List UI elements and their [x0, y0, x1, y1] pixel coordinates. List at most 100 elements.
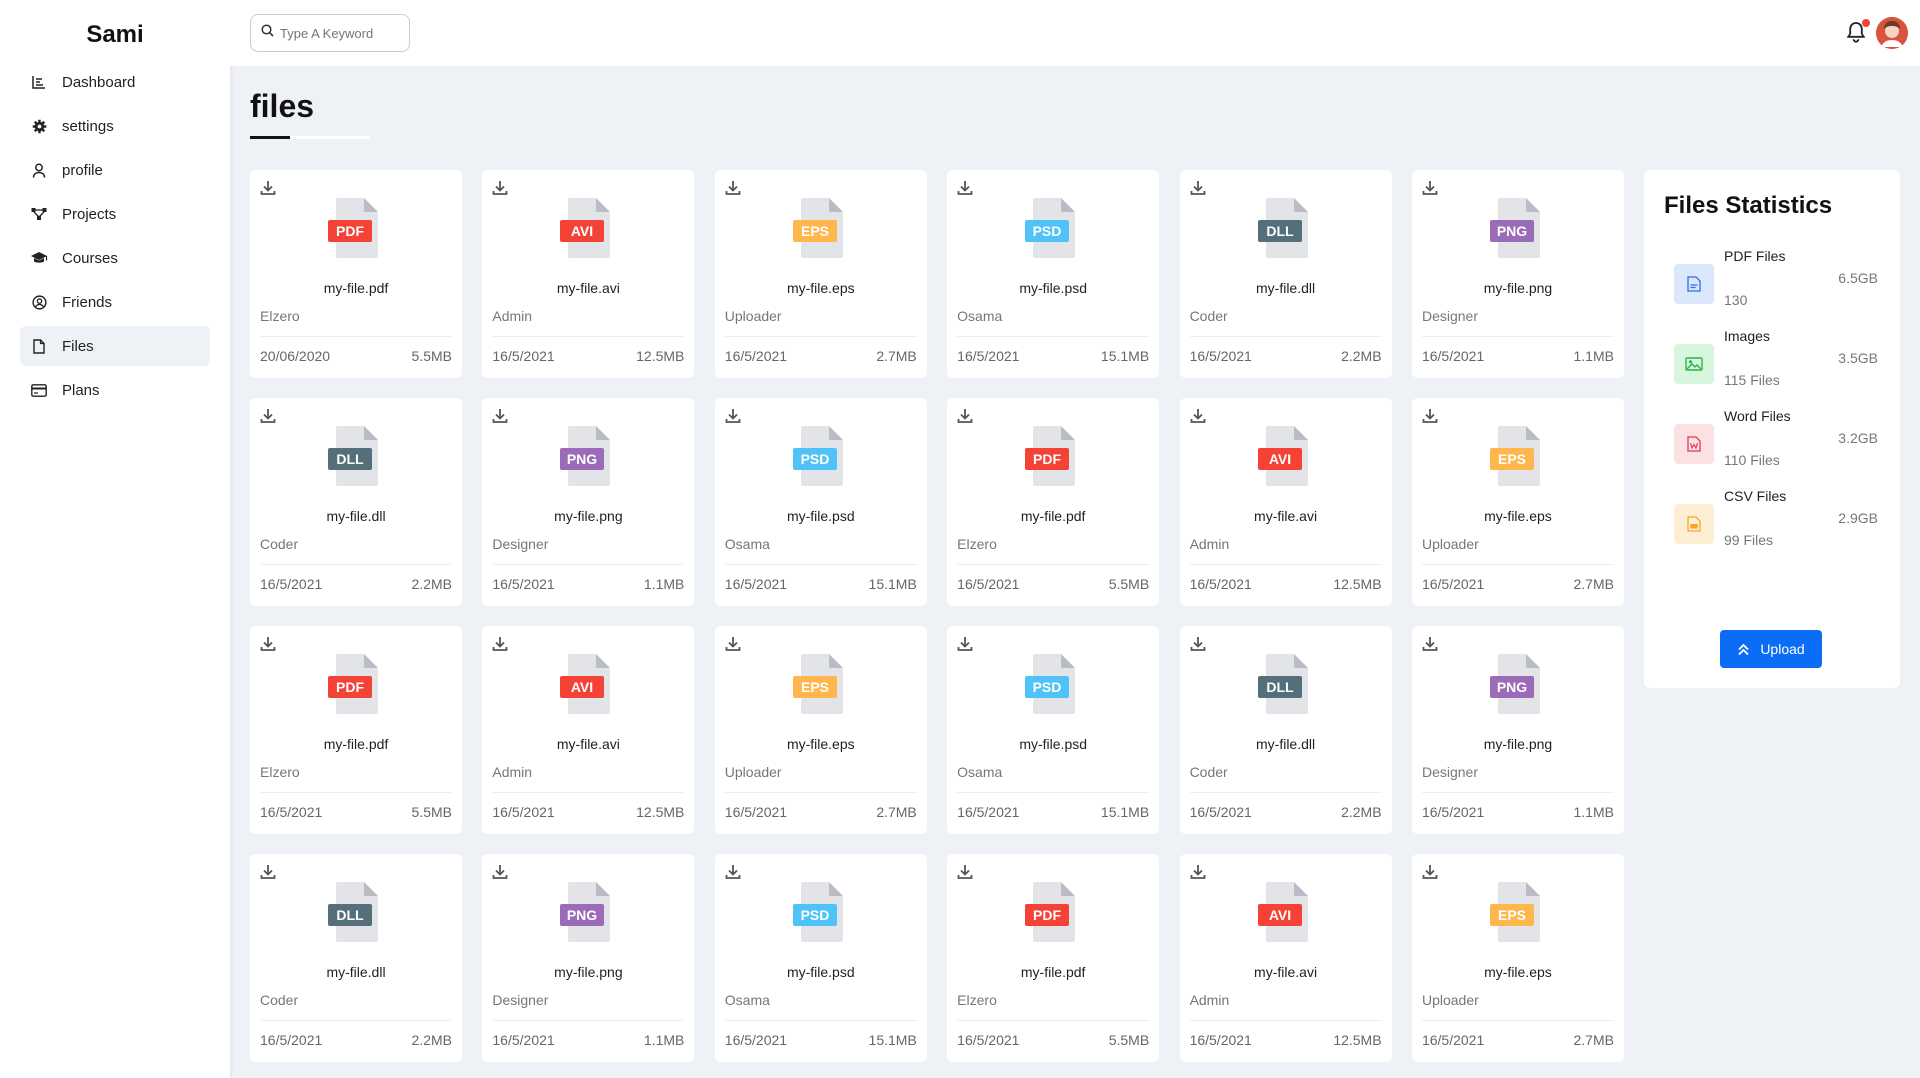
download-icon[interactable] — [1190, 636, 1208, 654]
download-icon[interactable] — [260, 408, 278, 426]
file-owner: Admin — [1189, 536, 1230, 552]
card-divider — [492, 792, 685, 793]
file-card[interactable]: AVI my-file.avi Admin 16/5/2021 12.5MB — [482, 626, 695, 834]
sidebar-item-projects[interactable]: Projects — [20, 194, 210, 234]
download-icon[interactable] — [492, 408, 510, 426]
download-icon[interactable] — [1190, 408, 1208, 426]
search-input[interactable] — [280, 25, 400, 41]
file-card[interactable]: PNG my-file.png Designer 16/5/2021 1.1MB — [482, 854, 695, 1062]
file-type-icon: PDF — [328, 652, 384, 716]
stat-size: 2.9GB — [1838, 510, 1878, 526]
file-size: 2.2MB — [411, 1032, 452, 1048]
svg-text:PNG: PNG — [567, 451, 597, 467]
sidebar-item-dashboard[interactable]: Dashboard — [20, 62, 210, 102]
file-date: 16/5/2021 — [724, 576, 788, 592]
file-type-icon: PNG — [560, 424, 616, 488]
card-divider — [1421, 564, 1614, 565]
file-card[interactable]: AVI my-file.avi Admin 16/5/2021 12.5MB — [1179, 398, 1392, 606]
svg-text:EPS: EPS — [801, 223, 829, 239]
download-icon[interactable] — [957, 636, 975, 654]
file-card[interactable]: DLL my-file.dll Coder 16/5/2021 2.2MB — [1179, 170, 1392, 378]
download-icon[interactable] — [492, 864, 510, 882]
svg-text:DLL: DLL — [336, 907, 364, 923]
file-size: 15.1MB — [1100, 348, 1150, 364]
graduation-cap-icon — [30, 249, 48, 267]
file-date: 16/5/2021 — [492, 804, 555, 820]
sidebar-item-files[interactable]: Files — [20, 326, 210, 366]
download-icon[interactable] — [1422, 864, 1440, 882]
file-card[interactable]: PSD my-file.psd Osama 16/5/2021 15.1MB — [714, 398, 927, 606]
notifications-button[interactable] — [1846, 19, 1870, 45]
file-card[interactable]: PNG my-file.png Designer 16/5/2021 1.1MB — [1411, 626, 1624, 834]
file-size: 1.1MB — [1573, 804, 1614, 820]
sidebar-item-profile[interactable]: profile — [20, 150, 210, 190]
sidebar-item-label: Projects — [62, 205, 117, 223]
file-card[interactable]: PSD my-file.psd Osama 16/5/2021 15.1MB — [947, 626, 1160, 834]
upload-button[interactable]: Upload — [1720, 630, 1822, 668]
file-card[interactable]: PSD my-file.psd Osama 16/5/2021 15.1MB — [947, 170, 1160, 378]
file-size: 1.1MB — [643, 1032, 685, 1048]
svg-text:AVI: AVI — [1268, 451, 1290, 467]
file-date: 16/5/2021 — [492, 348, 555, 364]
sidebar-item-label: profile — [62, 161, 103, 179]
avatar[interactable] — [1876, 17, 1908, 49]
file-card[interactable]: EPS my-file.eps Uploader 16/5/2021 2.7MB — [714, 170, 927, 378]
stat-word-files: Word Files 110 Files 3.2GB — [1674, 408, 1878, 488]
file-date: 16/5/2021 — [1421, 1032, 1485, 1048]
download-icon[interactable] — [725, 636, 743, 654]
file-name: my-file.dll — [326, 964, 386, 980]
svg-text:PSD: PSD — [800, 907, 829, 923]
chart-icon — [30, 73, 48, 91]
file-card[interactable]: PDF my-file.pdf Elzero 16/5/2021 5.5MB — [947, 398, 1160, 606]
sidebar-item-label: Plans — [62, 381, 100, 399]
download-icon[interactable] — [957, 864, 975, 882]
svg-text:PDF: PDF — [336, 679, 364, 695]
file-type-icon: DLL — [328, 424, 384, 488]
download-icon[interactable] — [725, 180, 743, 198]
file-card[interactable]: PNG my-file.png Designer 16/5/2021 1.1MB — [482, 398, 695, 606]
download-icon[interactable] — [1422, 636, 1440, 654]
download-icon[interactable] — [1422, 180, 1440, 198]
file-card[interactable]: DLL my-file.dll Coder 16/5/2021 2.2MB — [250, 398, 462, 606]
file-card[interactable]: AVI my-file.avi Admin 16/5/2021 12.5MB — [482, 170, 695, 378]
file-card[interactable]: DLL my-file.dll Coder 16/5/2021 2.2MB — [1179, 626, 1392, 834]
stat-label: CSV Files — [1724, 488, 1787, 504]
file-owner: Designer — [1421, 764, 1478, 780]
file-card[interactable]: PDF my-file.pdf Elzero 16/5/2021 5.5MB — [250, 626, 462, 834]
download-icon[interactable] — [260, 864, 278, 882]
file-name: my-file.avi — [556, 280, 620, 296]
file-card[interactable]: EPS my-file.eps Uploader 16/5/2021 2.7MB — [1411, 398, 1624, 606]
search-box[interactable] — [250, 14, 410, 52]
sidebar-nav: Dashboard settings profile Projects Cour… — [0, 62, 230, 410]
download-icon[interactable] — [957, 180, 975, 198]
download-icon[interactable] — [725, 864, 743, 882]
download-icon[interactable] — [492, 180, 510, 198]
download-icon[interactable] — [260, 180, 278, 198]
download-icon[interactable] — [1422, 408, 1440, 426]
file-name: my-file.avi — [556, 736, 620, 752]
download-icon[interactable] — [725, 408, 743, 426]
file-card[interactable]: EPS my-file.eps Uploader 16/5/2021 2.7MB — [714, 626, 927, 834]
sidebar-item-friends[interactable]: Friends — [20, 282, 210, 322]
file-type-icon: EPS — [1489, 880, 1546, 944]
sidebar-item-settings[interactable]: settings — [20, 106, 210, 146]
download-icon[interactable] — [1190, 864, 1208, 882]
sidebar-item-courses[interactable]: Courses — [20, 238, 210, 278]
file-card[interactable]: DLL my-file.dll Coder 16/5/2021 2.2MB — [250, 854, 462, 1062]
file-card[interactable]: PSD my-file.psd Osama 16/5/2021 15.1MB — [714, 854, 927, 1062]
file-card[interactable]: PDF my-file.pdf Elzero 20/06/2020 5.5MB — [250, 170, 462, 378]
file-icon — [30, 337, 48, 355]
file-type-icon: PSD — [792, 880, 849, 944]
file-card[interactable]: EPS my-file.eps Uploader 16/5/2021 2.7MB — [1411, 854, 1624, 1062]
svg-text:DLL: DLL — [336, 451, 364, 467]
download-icon[interactable] — [260, 636, 278, 654]
download-icon[interactable] — [492, 636, 510, 654]
file-card[interactable]: PNG my-file.png Designer 16/5/2021 1.1MB — [1411, 170, 1624, 378]
download-icon[interactable] — [957, 408, 975, 426]
sidebar-item-plans[interactable]: Plans — [20, 370, 210, 410]
file-card[interactable]: AVI my-file.avi Admin 16/5/2021 12.5MB — [1179, 854, 1392, 1062]
file-card[interactable]: PDF my-file.pdf Elzero 16/5/2021 5.5MB — [947, 854, 1160, 1062]
download-icon[interactable] — [1190, 180, 1208, 198]
file-owner: Coder — [260, 536, 299, 552]
file-size: 5.5MB — [1108, 1032, 1150, 1048]
